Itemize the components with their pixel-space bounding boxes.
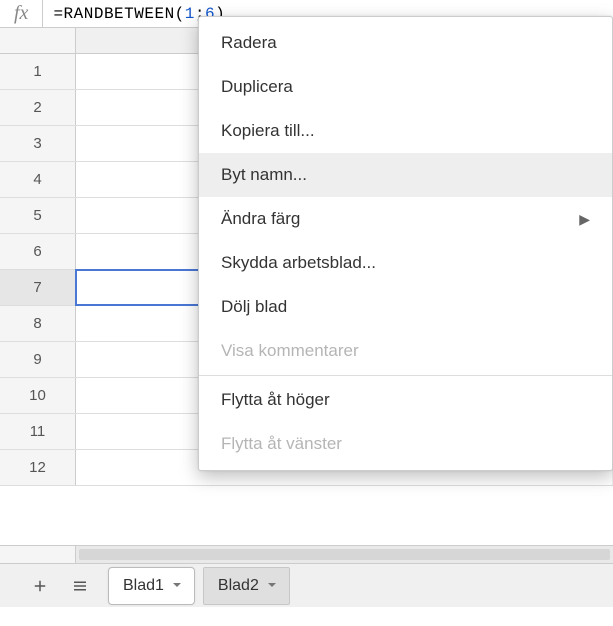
- sheet-tab-blad1[interactable]: Blad1: [108, 567, 195, 605]
- horizontal-scrollbar[interactable]: [0, 545, 613, 563]
- formula-arg-1: 1: [185, 5, 195, 23]
- sheet-tab-dropdown[interactable]: [172, 577, 182, 595]
- submenu-arrow-icon: ▶: [579, 211, 590, 228]
- sheet-tab-label: Blad2: [218, 577, 259, 595]
- menu-item[interactable]: Ändra färg ▶: [199, 197, 612, 241]
- menu-item[interactable]: Kopiera till...: [199, 109, 612, 153]
- formula-function-name: RANDBETWEEN: [64, 5, 175, 23]
- fx-icon: fx: [0, 0, 43, 27]
- sheet-tab-label: Blad1: [123, 577, 164, 595]
- row-header[interactable]: 7: [0, 270, 76, 305]
- row-header[interactable]: 5: [0, 198, 76, 233]
- scrollbar-corner: [0, 546, 76, 563]
- menu-item[interactable]: Duplicera: [199, 65, 612, 109]
- row-header[interactable]: 1: [0, 54, 76, 89]
- row-header[interactable]: 2: [0, 90, 76, 125]
- menu-item[interactable]: Flytta åt höger: [199, 378, 612, 422]
- menu-separator: [199, 375, 612, 376]
- select-all-corner[interactable]: [0, 28, 76, 53]
- menu-item[interactable]: Radera: [199, 21, 612, 65]
- menu-item-label: Ändra färg: [221, 209, 300, 229]
- all-sheets-button[interactable]: [60, 566, 100, 606]
- add-sheet-button[interactable]: [20, 566, 60, 606]
- row-header[interactable]: 4: [0, 162, 76, 197]
- menu-item-label: Byt namn...: [221, 165, 307, 185]
- menu-item-label: Duplicera: [221, 77, 293, 97]
- menu-item: Flytta åt vänster: [199, 422, 612, 466]
- menu-icon: [71, 577, 89, 595]
- row-header[interactable]: 9: [0, 342, 76, 377]
- menu-item-label: Kopiera till...: [221, 121, 315, 141]
- sheet-tab-dropdown[interactable]: [267, 577, 277, 595]
- row-header[interactable]: 6: [0, 234, 76, 269]
- scrollbar-thumb[interactable]: [79, 549, 610, 560]
- sheet-tab-blad2[interactable]: Blad2: [203, 567, 290, 605]
- row-header[interactable]: 10: [0, 378, 76, 413]
- sheet-tab-context-menu: Radera Duplicera Kopiera till... Byt namn..…: [198, 16, 613, 471]
- formula-open-paren: (: [175, 5, 185, 23]
- menu-item-label: Dölj blad: [221, 297, 287, 317]
- row-header[interactable]: 12: [0, 450, 76, 485]
- menu-item-label: Radera: [221, 33, 277, 53]
- menu-item[interactable]: Byt namn...: [199, 153, 612, 197]
- sheet-tab-bar: Blad1 Blad2: [0, 563, 613, 607]
- plus-icon: [31, 577, 49, 595]
- menu-item-label: Skydda arbetsblad...: [221, 253, 376, 273]
- menu-item-label: Flytta åt höger: [221, 390, 330, 410]
- chevron-down-icon: [172, 580, 182, 590]
- chevron-down-icon: [267, 580, 277, 590]
- row-header[interactable]: 3: [0, 126, 76, 161]
- row-header[interactable]: 11: [0, 414, 76, 449]
- menu-item[interactable]: Dölj blad: [199, 285, 612, 329]
- row-header[interactable]: 8: [0, 306, 76, 341]
- menu-item-label: Visa kommentarer: [221, 341, 359, 361]
- menu-item: Visa kommentarer: [199, 329, 612, 373]
- formula-equals: =: [53, 5, 63, 23]
- menu-item[interactable]: Skydda arbetsblad...: [199, 241, 612, 285]
- menu-item-label: Flytta åt vänster: [221, 434, 342, 454]
